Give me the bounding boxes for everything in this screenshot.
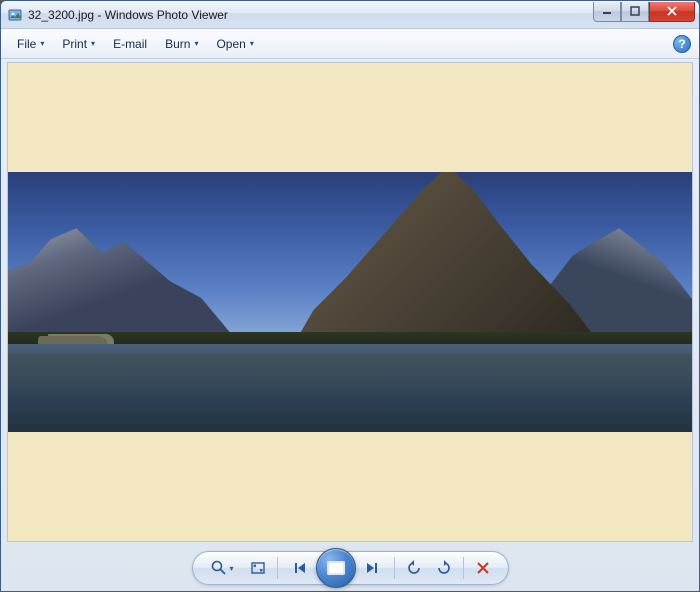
fit-window-button[interactable] — [245, 555, 271, 581]
menu-email-label: E-mail — [113, 37, 147, 51]
slideshow-button[interactable] — [316, 548, 356, 588]
displayed-image — [8, 172, 692, 432]
nav-cluster — [286, 552, 386, 584]
delete-icon — [476, 561, 490, 575]
slideshow-icon — [327, 561, 345, 575]
previous-button[interactable] — [286, 554, 314, 582]
rotate-cw-icon — [436, 560, 452, 576]
menu-file-label: File — [17, 37, 36, 51]
chevron-down-icon: ▾ — [91, 39, 95, 48]
minimize-icon — [602, 6, 612, 16]
chevron-down-icon: ▾ — [194, 39, 198, 48]
menu-print-label: Print — [62, 37, 87, 51]
menu-burn-label: Burn — [165, 37, 190, 51]
chevron-down-icon: ▾ — [229, 564, 233, 573]
menu-open-label: Open — [216, 37, 245, 51]
delete-button[interactable] — [470, 555, 496, 581]
next-button[interactable] — [358, 554, 386, 582]
toolbar-divider — [463, 557, 464, 579]
bottom-toolbar: ▾ — [1, 545, 699, 591]
window-controls — [593, 2, 695, 22]
toolbar-pill: ▾ — [192, 551, 509, 585]
rotate-cw-button[interactable] — [431, 555, 457, 581]
menu-burn[interactable]: Burn ▾ — [157, 34, 206, 54]
help-icon: ? — [678, 37, 685, 51]
chevron-down-icon: ▾ — [40, 39, 44, 48]
app-window: 32_3200.jpg - Windows Photo Viewer File … — [0, 0, 700, 592]
fit-icon — [250, 560, 266, 576]
window-title: 32_3200.jpg - Windows Photo Viewer — [28, 8, 228, 22]
menu-email[interactable]: E-mail — [105, 34, 155, 54]
maximize-icon — [630, 6, 640, 16]
chevron-down-icon: ▾ — [250, 39, 254, 48]
magnifier-icon — [211, 560, 227, 576]
minimize-button[interactable] — [593, 2, 621, 22]
help-button[interactable]: ? — [673, 35, 691, 53]
toolbar-divider — [277, 557, 278, 579]
close-button[interactable] — [649, 2, 695, 22]
rotate-ccw-icon — [406, 560, 422, 576]
toolbar-divider — [394, 557, 395, 579]
next-icon — [364, 560, 380, 576]
menu-print[interactable]: Print ▾ — [54, 34, 103, 54]
menu-open[interactable]: Open ▾ — [208, 34, 261, 54]
menubar: File ▾ Print ▾ E-mail Burn ▾ Open ▾ ? — [1, 29, 699, 59]
titlebar[interactable]: 32_3200.jpg - Windows Photo Viewer — [1, 1, 699, 29]
maximize-button[interactable] — [621, 2, 649, 22]
previous-icon — [292, 560, 308, 576]
rotate-ccw-button[interactable] — [401, 555, 427, 581]
menu-file[interactable]: File ▾ — [9, 34, 52, 54]
app-icon — [7, 7, 23, 23]
image-viewport[interactable] — [7, 62, 693, 542]
zoom-button[interactable]: ▾ — [205, 555, 241, 581]
close-icon — [666, 5, 678, 17]
